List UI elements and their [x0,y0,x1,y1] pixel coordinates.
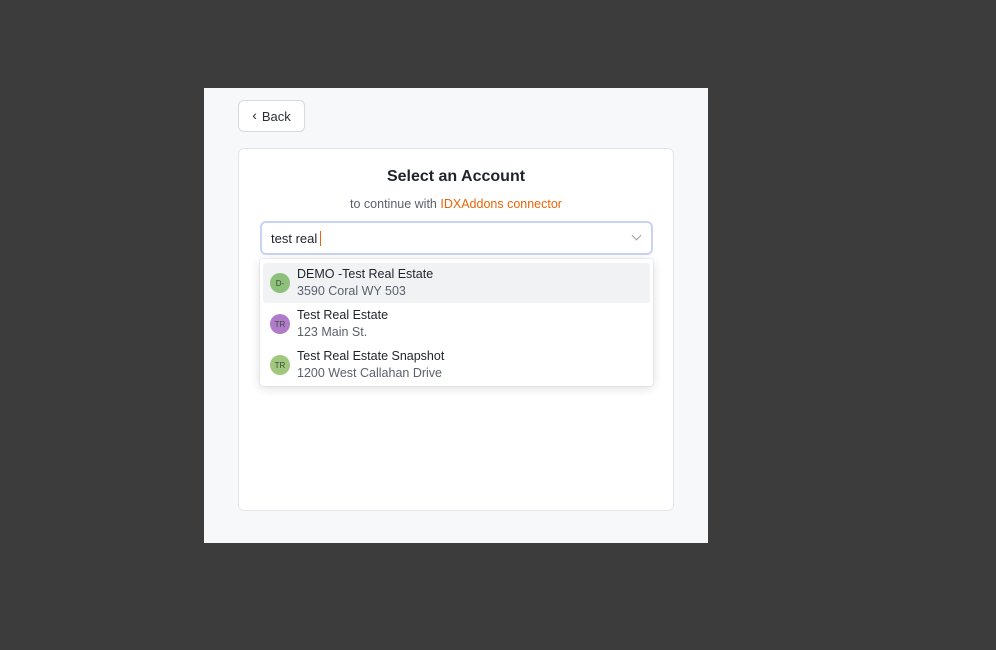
account-option[interactable]: D- DEMO -Test Real Estate 3590 Coral WY 50… [263,263,650,303]
text-caret [320,230,322,246]
account-select-card: Select an Account to continue with IDXAd… [238,148,674,511]
subtitle-prefix: to continue with [350,197,437,211]
chevron-left-icon: ‹ [252,107,257,123]
back-button[interactable]: ‹ Back [238,100,305,132]
account-option-text: Test Real Estate 123 Main St. [297,307,388,341]
account-name: Test Real Estate [297,308,389,322]
account-option[interactable]: TR Test Real Estate Snapshot 1200 West Cal… [263,345,650,385]
account-option-text: Test Real Estate Snapshot 1200 West Calla… [297,348,444,382]
connector-name: IDXAddons connector [440,197,562,211]
account-option[interactable]: TR Test Real Estate 123 Main St. [263,304,650,344]
back-button-label: Back [261,108,291,124]
account-address: 123 Main St. [297,325,368,339]
account-option-text: DEMO -Test Real Estate 3590 Coral WY 503 [297,266,433,300]
account-name: Test Real Estate Snapshot [297,349,445,363]
account-name: DEMO -Test Real Estate [297,267,434,281]
subtitle: to continue with IDXAddons connector [239,197,673,211]
login-panel: ‹ Back Select an Account to continue wit… [204,88,708,543]
account-address: 1200 West Callahan Drive [297,366,442,380]
chevron-down-icon[interactable] [631,230,642,241]
search-value: test real [271,230,318,246]
account-search-input[interactable]: test real [260,221,653,255]
page-title: Select an Account [386,168,526,185]
avatar: TR [270,314,290,334]
avatar: TR [270,355,290,375]
account-address: 3590 Coral WY 503 [297,284,406,298]
account-dropdown: D- DEMO -Test Real Estate 3590 Coral WY 50… [260,259,653,386]
avatar: D- [270,273,290,293]
